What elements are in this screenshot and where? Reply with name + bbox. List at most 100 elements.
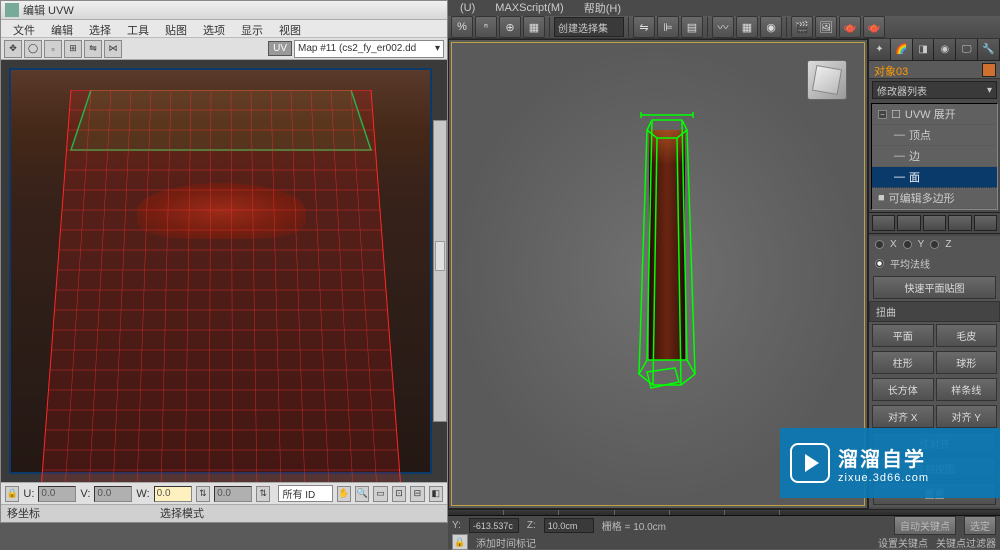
menu-edit[interactable]: 编辑 xyxy=(43,20,81,37)
modify-tab-icon[interactable]: 🌈 xyxy=(891,39,913,60)
remove-mod-icon[interactable] xyxy=(948,215,971,231)
menu-map[interactable]: 贴图 xyxy=(157,20,195,37)
render2-icon[interactable]: 🫖 xyxy=(863,16,885,38)
options-icon[interactable]: ◧ xyxy=(429,486,443,502)
menu-options[interactable]: 选项 xyxy=(195,20,233,37)
lock-selection-icon[interactable]: 🔒 xyxy=(452,534,468,550)
uv-toggle[interactable]: UV xyxy=(268,41,292,56)
u-input[interactable] xyxy=(38,486,76,502)
bind-icon[interactable]: ⊕ xyxy=(499,16,521,38)
spline-button[interactable]: 样条线 xyxy=(936,378,998,401)
unlink-icon[interactable]: ⁿ xyxy=(475,16,497,38)
stack-sub-face[interactable]: — 面 xyxy=(872,167,997,188)
scale-tool-icon[interactable]: ▫ xyxy=(44,40,62,58)
layers-icon[interactable]: ▤ xyxy=(681,16,703,38)
curve-editor-icon[interactable]: 〰 xyxy=(712,16,734,38)
render-setup-icon[interactable]: 🎬 xyxy=(791,16,813,38)
angle-input[interactable] xyxy=(214,486,252,502)
u-label: U: xyxy=(23,488,34,500)
axis-y-radio[interactable] xyxy=(903,240,912,249)
map-channel-dropdown[interactable]: Map #11 (cs2_fy_er002.dd▾ xyxy=(294,40,444,58)
sphere-button[interactable]: 球形 xyxy=(936,351,998,374)
time-slider[interactable] xyxy=(448,510,1000,516)
object-name-field[interactable]: 对象03 xyxy=(869,61,1000,79)
modifier-list-dropdown[interactable]: 修改器列表▾ xyxy=(872,81,997,99)
y-coord-input[interactable] xyxy=(469,518,519,533)
stack-sub-edge[interactable]: — 边 xyxy=(872,146,997,167)
configure-icon[interactable] xyxy=(974,215,997,231)
zoom-icon[interactable]: 🔍 xyxy=(355,486,369,502)
auto-key-button[interactable]: 自动关键点 xyxy=(894,516,956,535)
unique-icon[interactable] xyxy=(923,215,946,231)
axis-x-radio[interactable] xyxy=(875,240,884,249)
set-key-button[interactable]: 设置关键点 xyxy=(878,535,928,550)
menu-file[interactable]: 文件 xyxy=(5,20,43,37)
menu-help[interactable]: 帮助(H) xyxy=(578,0,627,16)
rotate-tool-icon[interactable]: ◯ xyxy=(24,40,42,58)
zoom-region-icon[interactable]: ▭ xyxy=(373,486,387,502)
warp-header[interactable]: 扭曲 xyxy=(869,301,1000,322)
id-dropdown[interactable]: 所有 ID xyxy=(278,485,332,502)
pin-stack-icon[interactable] xyxy=(872,215,895,231)
pan-icon[interactable]: ✋ xyxy=(337,486,351,502)
menu-maxscript[interactable]: MAXScript(M) xyxy=(489,2,569,14)
axis-z-radio[interactable] xyxy=(930,240,939,249)
plane-button[interactable]: 平面 xyxy=(872,324,934,347)
menu-select[interactable]: 选择 xyxy=(81,20,119,37)
menu-view[interactable]: 视图 xyxy=(271,20,309,37)
link-icon[interactable]: % xyxy=(451,16,473,38)
scrollbar-vertical[interactable] xyxy=(433,120,447,422)
render-frame-icon[interactable]: 🖼 xyxy=(815,16,837,38)
v-input[interactable] xyxy=(94,486,132,502)
selection-set-dropdown[interactable]: 创建选择集 xyxy=(554,17,624,37)
align-y-button[interactable]: 对齐 Y xyxy=(936,405,998,428)
zoom-extents-icon[interactable]: ⊡ xyxy=(392,486,406,502)
mirror-tool-icon[interactable]: ⇋ xyxy=(84,40,102,58)
spinner-icon[interactable]: ⇅ xyxy=(196,486,210,502)
uvw-toolbar: ✥ ◯ ▫ ⊞ ⇋ ⋈ UV Map #11 (cs2_fy_er002.dd▾ xyxy=(1,38,447,60)
move-tool-icon[interactable]: ✥ xyxy=(4,40,22,58)
add-time-marker[interactable]: 添加时间标记 xyxy=(476,535,536,550)
show-end-icon[interactable] xyxy=(897,215,920,231)
material-icon[interactable]: ◉ xyxy=(760,16,782,38)
menu-tools[interactable]: 工具 xyxy=(119,20,157,37)
spinner2-icon[interactable]: ⇅ xyxy=(256,486,270,502)
render-icon[interactable]: 🫖 xyxy=(839,16,861,38)
stack-item-editpoly[interactable]: ■ 可编辑多边形 xyxy=(872,188,997,209)
z-coord-input[interactable] xyxy=(544,518,594,533)
selected-button[interactable]: 选定 xyxy=(964,516,996,535)
v-label: V: xyxy=(80,488,90,500)
utilities-tab-icon[interactable]: 🔧 xyxy=(978,39,1000,60)
menu-u[interactable]: (U) xyxy=(454,2,481,14)
create-tab-icon[interactable]: ✦ xyxy=(869,39,891,60)
uvw-titlebar[interactable]: 编辑 UVW xyxy=(1,1,447,20)
freeform-tool-icon[interactable]: ⊞ xyxy=(64,40,82,58)
lock-icon[interactable]: 🔒 xyxy=(5,486,19,502)
key-filter-button[interactable]: 关键点过滤器 xyxy=(936,535,996,550)
uvw-editor-window: 编辑 UVW 文件 编辑 选择 工具 贴图 选项 显示 视图 ✥ ◯ ▫ ⊞ ⇋… xyxy=(0,0,448,523)
stack-item-uvw[interactable]: −☐ UVW 展开 xyxy=(872,104,997,125)
snap-icon[interactable]: ⊟ xyxy=(410,486,424,502)
pelt-button[interactable]: 毛皮 xyxy=(936,324,998,347)
motion-tab-icon[interactable]: ◉ xyxy=(934,39,956,60)
mirror-icon[interactable]: ⇋ xyxy=(633,16,655,38)
avg-normal-radio[interactable] xyxy=(875,259,884,268)
cylinder-button[interactable]: 柱形 xyxy=(872,351,934,374)
object-color-swatch[interactable] xyxy=(982,63,996,77)
stack-sub-vertex[interactable]: — 顶点 xyxy=(872,125,997,146)
quick-planar-button[interactable]: 快速平面贴图 xyxy=(873,276,996,299)
modifier-stack[interactable]: −☐ UVW 展开 — 顶点 — 边 — 面 ■ 可编辑多边形 xyxy=(871,103,998,210)
w-input[interactable] xyxy=(154,486,192,502)
uvw-viewport[interactable] xyxy=(1,60,447,482)
hierarchy-tab-icon[interactable]: ◨ xyxy=(913,39,935,60)
align-icon[interactable]: ⊫ xyxy=(657,16,679,38)
schematic2-icon[interactable]: ▦ xyxy=(736,16,758,38)
display-tab-icon[interactable]: 🖵 xyxy=(956,39,978,60)
menu-display[interactable]: 显示 xyxy=(233,20,271,37)
viewcube[interactable] xyxy=(807,60,847,100)
schematic-icon[interactable]: ▦ xyxy=(523,16,545,38)
flip-tool-icon[interactable]: ⋈ xyxy=(104,40,122,58)
align-x-button[interactable]: 对齐 X xyxy=(872,405,934,428)
box-button[interactable]: 长方体 xyxy=(872,378,934,401)
pillar-object[interactable] xyxy=(637,110,697,390)
